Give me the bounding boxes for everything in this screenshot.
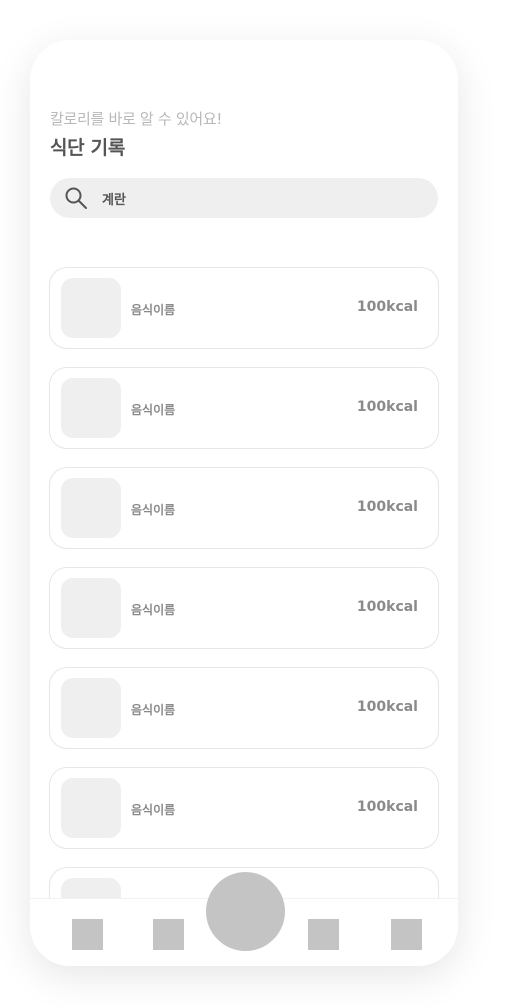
page-subtitle: 칼로리를 바로 알 수 있어요! (50, 110, 223, 128)
food-item[interactable]: 음식이름 100kcal (49, 267, 439, 349)
food-calories: 100kcal (356, 499, 418, 515)
food-list: 음식이름 100kcal 음식이름 100kcal 음식이름 100kcal 음… (49, 267, 439, 966)
page-title: 식단 기록 (50, 137, 126, 159)
nav-center-button[interactable] (206, 872, 285, 951)
food-name: 음식이름 (131, 603, 176, 617)
food-name: 음식이름 (131, 703, 176, 717)
food-calories: 100kcal (356, 399, 418, 415)
food-name: 음식이름 (131, 403, 176, 417)
food-item[interactable]: 음식이름 100kcal (49, 567, 439, 649)
nav-item-1[interactable] (72, 919, 103, 950)
food-item[interactable]: 음식이름 100kcal (49, 367, 439, 449)
food-calories: 100kcal (356, 799, 418, 815)
nav-item-2[interactable] (153, 919, 184, 950)
food-item[interactable]: 음식이름 100kcal (49, 667, 439, 749)
phone-frame: 칼로리를 바로 알 수 있어요! 식단 기록 계란 음식이름 100kcal 음… (30, 40, 458, 966)
food-name: 음식이름 (131, 503, 176, 517)
food-calories: 100kcal (356, 599, 418, 615)
food-item[interactable]: 음식이름 100kcal (49, 767, 439, 849)
search-icon (65, 187, 87, 209)
food-thumbnail (61, 478, 121, 538)
food-item[interactable]: 음식이름 100kcal (49, 467, 439, 549)
nav-item-5[interactable] (391, 919, 422, 950)
food-thumbnail (61, 378, 121, 438)
food-calories: 100kcal (356, 299, 418, 315)
food-calories: 100kcal (356, 699, 418, 715)
food-name: 음식이름 (131, 803, 176, 817)
food-thumbnail (61, 678, 121, 738)
food-name: 음식이름 (131, 303, 176, 317)
nav-item-4[interactable] (308, 919, 339, 950)
food-thumbnail (61, 578, 121, 638)
food-thumbnail (61, 778, 121, 838)
food-thumbnail (61, 278, 121, 338)
search-input[interactable]: 계란 (102, 189, 126, 208)
search-bar[interactable]: 계란 (50, 178, 438, 218)
